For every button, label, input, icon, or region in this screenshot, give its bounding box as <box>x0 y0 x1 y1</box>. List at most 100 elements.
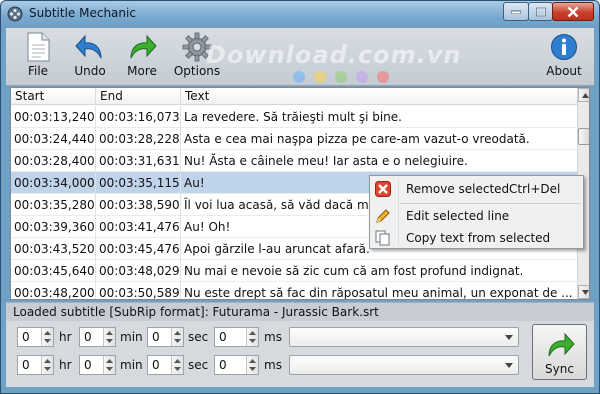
more-button[interactable]: More <box>122 32 162 78</box>
file-button[interactable]: File <box>18 32 58 78</box>
spin-down-icon <box>249 367 256 371</box>
cell-text: Nu mai e nevoie să zic cum că am fost pr… <box>184 264 524 278</box>
chevron-down-icon <box>505 363 513 368</box>
cell-start: 00:03:39,360 <box>11 216 96 238</box>
cell-start: 00:03:24,440 <box>11 128 96 150</box>
cell-start: 00:03:13,240 <box>11 106 96 128</box>
more-label: More <box>127 64 157 78</box>
hours-stepper-2[interactable]: 0 <box>17 355 54 375</box>
stepper-value: 0 <box>219 358 227 372</box>
spin-up-icon <box>44 359 51 363</box>
stepper-arrows[interactable] <box>171 356 183 374</box>
spin-down-icon <box>106 339 113 343</box>
menu-label: Edit selected line <box>406 209 510 223</box>
minimize-button[interactable] <box>503 2 529 21</box>
context-menu: Remove selected Ctrl+Del Edit selected l… <box>369 175 584 249</box>
cell-end: 00:03:50,589 <box>96 282 181 299</box>
milliseconds-stepper-1[interactable]: 0 <box>214 327 259 347</box>
minimize-icon <box>511 10 521 14</box>
scroll-down-button[interactable] <box>578 285 589 299</box>
arrow-up-icon <box>582 93 589 98</box>
spin-down-icon <box>44 339 51 343</box>
watermark-text: Download.com.vn <box>206 41 462 69</box>
sec-label: sec <box>188 330 209 344</box>
sync-button[interactable]: Sync <box>532 324 587 380</box>
delete-x-icon <box>375 181 391 197</box>
cell-end: 00:03:38,590 <box>96 194 181 216</box>
app-window: Subtitle Mechanic File Undo More Options… <box>0 0 600 394</box>
scroll-up-button[interactable] <box>578 88 589 102</box>
maximize-button[interactable] <box>528 2 553 21</box>
more-arrow-icon <box>130 34 157 59</box>
about-label: About <box>546 64 582 78</box>
menu-separator <box>400 203 581 204</box>
stepper-arrows[interactable] <box>246 356 258 374</box>
stepper-value: 0 <box>152 330 160 344</box>
cell-text: Nu este drept să fac din răposatul meu a… <box>184 286 573 300</box>
pencil-icon <box>376 209 390 223</box>
undo-arrow-icon <box>75 34 102 59</box>
file-icon <box>27 32 50 62</box>
ms-label: ms <box>264 330 282 344</box>
minutes-stepper-1[interactable]: 0 <box>79 327 116 347</box>
close-button[interactable] <box>552 2 594 21</box>
stepper-arrows[interactable] <box>103 328 115 346</box>
subtitle-line-select-1[interactable] <box>289 327 519 347</box>
table-row[interactable]: 00:03:45,640 00:03:48,029 Nu mai e nevoi… <box>11 260 577 282</box>
seconds-stepper-1[interactable]: 0 <box>147 327 184 347</box>
arrow-down-icon <box>582 290 589 295</box>
undo-button[interactable]: Undo <box>70 32 110 78</box>
sync-label: Sync <box>545 362 574 376</box>
table-row[interactable]: 00:03:48,200 00:03:50,589 Nu este drept … <box>11 282 577 300</box>
status-bar: Loaded subtitle [SubRip format]: Futuram… <box>6 302 594 321</box>
maximize-icon <box>535 7 546 16</box>
subtitle-line-select-2[interactable] <box>289 355 519 375</box>
spin-up-icon <box>174 359 181 363</box>
stepper-value: 0 <box>152 358 160 372</box>
cell-start: 00:03:48,200 <box>11 282 96 299</box>
stepper-arrows[interactable] <box>171 328 183 346</box>
spin-up-icon <box>44 331 51 335</box>
menu-shortcut: Ctrl+Del <box>509 182 561 196</box>
stepper-arrows[interactable] <box>246 328 258 346</box>
cell-end: 00:03:35,115 <box>96 172 181 194</box>
window-title: Subtitle Mechanic <box>29 6 136 20</box>
column-header-end[interactable]: End <box>96 88 181 105</box>
menu-item-remove-selected[interactable]: Remove selected Ctrl+Del <box>370 178 583 200</box>
table-row[interactable]: 00:03:28,400 00:03:31,631 Nu! Ăsta e câi… <box>11 150 577 172</box>
cell-text: La revedere. Să trăieşti mult şi bine. <box>184 110 402 124</box>
min-label: min <box>120 330 143 344</box>
spin-up-icon <box>249 331 256 335</box>
column-header-start[interactable]: Start <box>11 88 96 105</box>
title-bar[interactable]: Subtitle Mechanic <box>1 1 599 27</box>
cell-start: 00:03:34,000 <box>11 172 96 194</box>
sec-label: sec <box>188 358 209 372</box>
minutes-stepper-2[interactable]: 0 <box>79 355 116 375</box>
seconds-stepper-2[interactable]: 0 <box>147 355 184 375</box>
stepper-arrows[interactable] <box>103 356 115 374</box>
spin-up-icon <box>106 359 113 363</box>
hr-label: hr <box>59 358 72 372</box>
file-label: File <box>27 64 49 78</box>
scroll-thumb[interactable] <box>578 128 589 145</box>
menu-item-copy-text[interactable]: Copy text from selected <box>370 227 583 249</box>
stepper-value: 0 <box>84 330 92 344</box>
hours-stepper-1[interactable]: 0 <box>17 327 54 347</box>
table-row[interactable]: 00:03:24,440 00:03:28,228 Asta e cea mai… <box>11 128 577 150</box>
about-button[interactable]: About <box>544 32 584 78</box>
milliseconds-stepper-2[interactable]: 0 <box>214 355 259 375</box>
cell-start: 00:03:28,400 <box>11 150 96 172</box>
cell-end: 00:03:31,631 <box>96 150 181 172</box>
table-row[interactable]: 00:03:13,240 00:03:16,073 La revedere. S… <box>11 106 577 128</box>
stepper-arrows[interactable] <box>41 356 53 374</box>
menu-item-edit-line[interactable]: Edit selected line <box>370 205 583 227</box>
stepper-arrows[interactable] <box>41 328 53 346</box>
stepper-value: 0 <box>22 330 30 344</box>
cell-start: 00:03:45,640 <box>11 260 96 282</box>
cell-end: 00:03:48,029 <box>96 260 181 282</box>
sync-panel: 0 hr 0 min 0 sec 0 ms 0 hr 0 min 0 sec 0… <box>6 321 594 387</box>
spin-down-icon <box>174 339 181 343</box>
status-text: Loaded subtitle [SubRip format]: Futuram… <box>13 305 379 319</box>
column-header-text[interactable]: Text <box>181 88 577 105</box>
cell-start: 00:03:43,520 <box>11 238 96 260</box>
